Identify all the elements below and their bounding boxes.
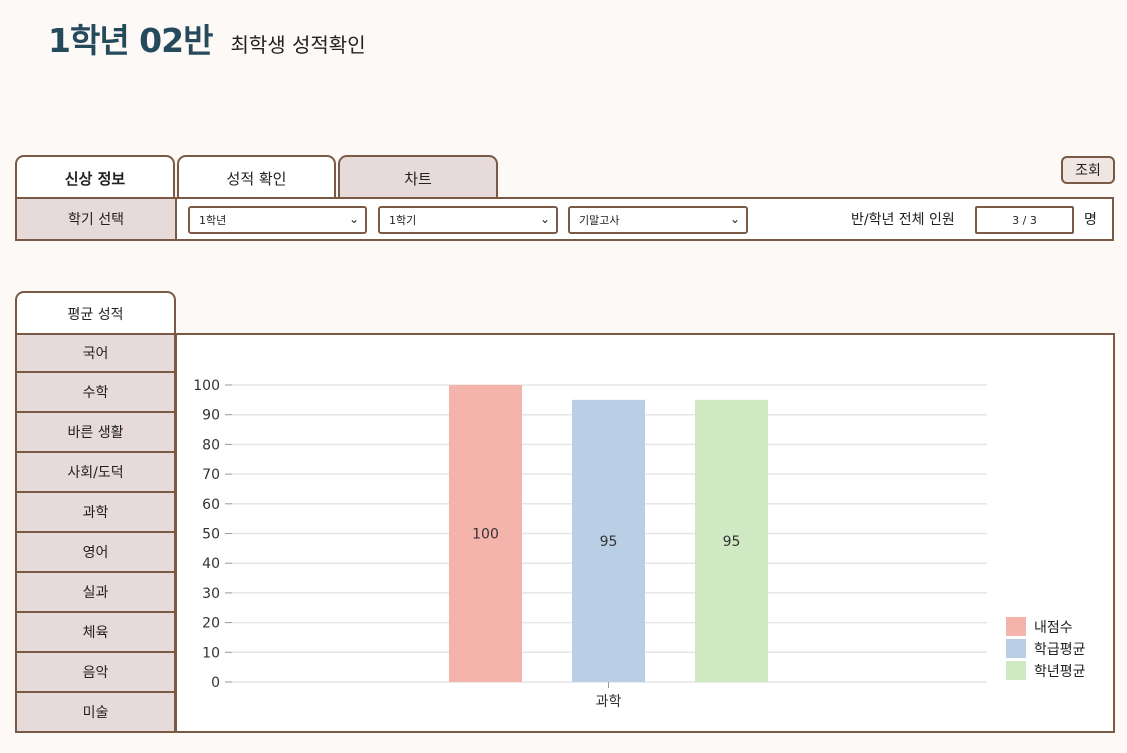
y-tick-label: 0	[211, 675, 220, 691]
grade-select-value: 1학년	[199, 214, 227, 227]
bar-value-label: 100	[472, 527, 499, 543]
grade-select[interactable]: 1학년 ⌄	[188, 206, 367, 234]
semester-select-label: 학기 선택	[17, 199, 177, 239]
legend-swatch	[1006, 661, 1026, 680]
exam-select-value: 기말고사	[579, 214, 620, 227]
class-title: 1학년 02반	[48, 21, 213, 60]
subject-list: 국어 수학 바른 생활 사회/도덕 과학 영어 실과 체육 음악 미술	[15, 333, 176, 733]
y-tick-label: 20	[202, 616, 220, 632]
filter-bar: 학기 선택 1학년 ⌄ 1학기 ⌄ 기말고사 ⌄ 반/학년 전체 인원 3 / …	[15, 197, 1114, 241]
chevron-down-icon: ⌄	[539, 212, 550, 226]
total-count-value: 3 / 3	[975, 206, 1074, 234]
average-grade-header: 평균 성적	[15, 291, 176, 335]
y-tick-label: 80	[202, 437, 220, 453]
y-tick-label: 40	[202, 556, 220, 572]
subject-item[interactable]: 사회/도덕	[15, 453, 176, 493]
legend-swatch	[1006, 639, 1026, 658]
search-button[interactable]: 조회	[1061, 156, 1115, 184]
y-tick-label: 50	[202, 527, 220, 543]
y-tick-label: 100	[193, 378, 220, 394]
legend-label: 학년평균	[1034, 664, 1086, 680]
x-tick-label: 과학	[596, 694, 622, 710]
subject-item[interactable]: 국어	[15, 333, 176, 373]
bar-chart: 0 10 20 30 40 50 60 70 80 90 100 100 95 95 과학 내점수학급평균학년…	[193, 378, 1086, 710]
subject-item[interactable]: 수학	[15, 373, 176, 413]
y-tick-label: 60	[202, 497, 220, 513]
tab-chart[interactable]: 차트	[338, 155, 498, 199]
chevron-down-icon: ⌄	[729, 212, 740, 226]
y-tick-label: 10	[202, 645, 220, 661]
y-tick-label: 90	[202, 408, 220, 424]
subject-item[interactable]: 음악	[15, 653, 176, 693]
exam-select[interactable]: 기말고사 ⌄	[568, 206, 748, 234]
legend-label: 내점수	[1034, 620, 1073, 636]
subject-item[interactable]: 미술	[15, 693, 176, 733]
subject-item[interactable]: 영어	[15, 533, 176, 573]
chart-panel: 0 10 20 30 40 50 60 70 80 90 100 100 95 95 과학 내점수학급평균학년…	[175, 333, 1115, 733]
total-count-label: 반/학년 전체 인원	[851, 212, 955, 228]
term-select[interactable]: 1학기 ⌄	[378, 206, 558, 234]
tab-grade-check[interactable]: 성적 확인	[177, 155, 336, 199]
student-subtitle: 최학생 성적확인	[230, 33, 366, 57]
chevron-down-icon: ⌄	[348, 212, 359, 226]
y-tick-label: 30	[202, 586, 220, 602]
legend-label: 학급평균	[1034, 642, 1086, 658]
y-tick-label: 70	[202, 467, 220, 483]
tab-personal-info[interactable]: 신상 정보	[15, 155, 175, 199]
subject-item[interactable]: 체육	[15, 613, 176, 653]
term-select-value: 1학기	[389, 214, 417, 227]
legend-swatch	[1006, 617, 1026, 636]
subject-item[interactable]: 실과	[15, 573, 176, 613]
total-count-unit: 명	[1084, 212, 1097, 228]
bar-value-label: 95	[723, 534, 741, 550]
subject-item[interactable]: 바른 생활	[15, 413, 176, 453]
bar-value-label: 95	[600, 534, 618, 550]
page-header: 1학년 02반 최학생 성적확인	[48, 14, 366, 62]
subject-item[interactable]: 과학	[15, 493, 176, 533]
